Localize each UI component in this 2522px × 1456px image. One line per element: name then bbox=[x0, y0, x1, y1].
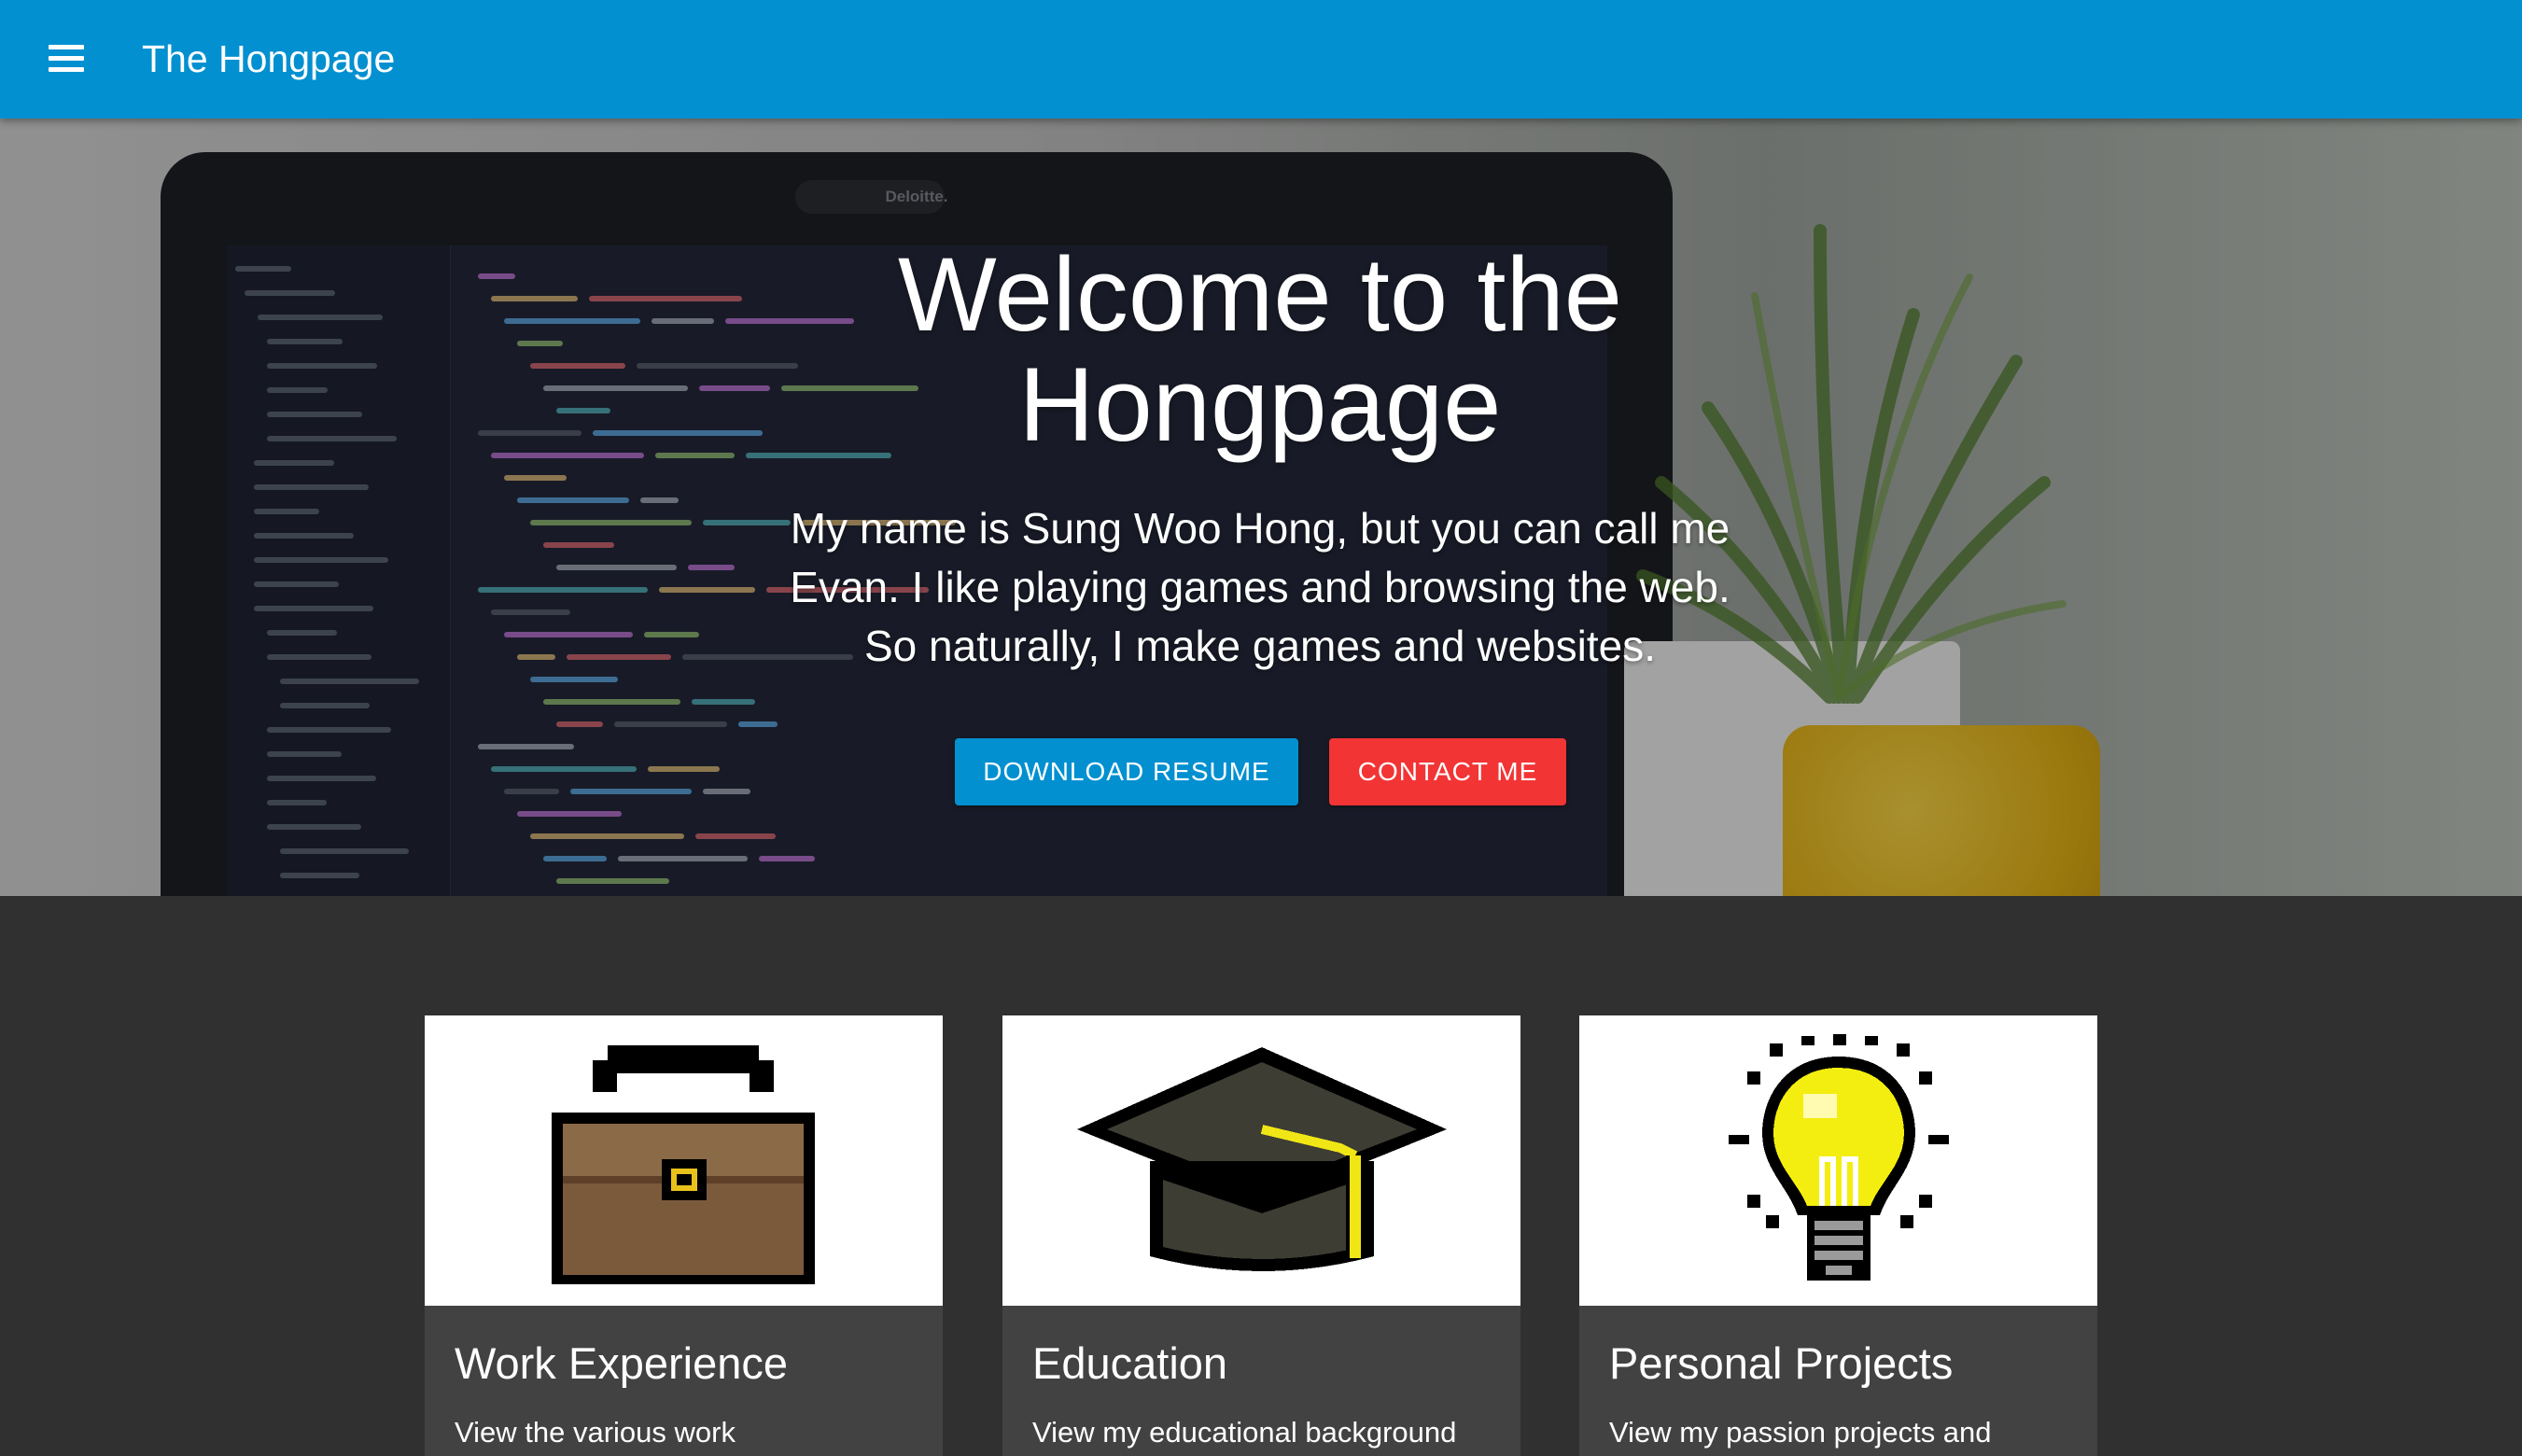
card-text: View my passion projects and bbox=[1609, 1416, 1992, 1449]
graduation-cap-icon bbox=[1077, 1047, 1447, 1271]
download-resume-button[interactable]: DOWNLOAD RESUME bbox=[955, 738, 1298, 805]
hero-intro-text: My name is Sung Woo Hong, but you can ca… bbox=[790, 504, 1730, 670]
top-app-bar: The Hongpage bbox=[0, 0, 2522, 119]
hamburger-menu-icon[interactable] bbox=[49, 45, 86, 73]
card-education[interactable]: Education View my educational background bbox=[1002, 1015, 1520, 1456]
briefcase-icon bbox=[552, 1045, 815, 1284]
card-text: View the various work bbox=[455, 1416, 736, 1449]
card-title: Work Experience bbox=[455, 1338, 788, 1388]
lightbulb-icon bbox=[1729, 1034, 1949, 1281]
card-work-experience[interactable]: Work Experience View the various work bbox=[425, 1015, 943, 1456]
app-title[interactable]: The Hongpage bbox=[142, 35, 395, 82]
hero-content: Welcome to the Hongpage My name is Sung … bbox=[0, 119, 2522, 896]
card-media bbox=[1579, 1015, 2097, 1306]
hero-title: Welcome to the Hongpage bbox=[897, 236, 1623, 463]
contact-me-button[interactable]: CONTACT ME bbox=[1329, 738, 1566, 805]
card-personal-projects[interactable]: Personal Projects View my passion projec… bbox=[1579, 1015, 2097, 1456]
card-media bbox=[1002, 1015, 1520, 1306]
card-title: Personal Projects bbox=[1609, 1338, 1954, 1388]
card-media bbox=[425, 1015, 943, 1306]
card-text: View my educational background bbox=[1032, 1416, 1457, 1449]
card-title: Education bbox=[1032, 1338, 1228, 1388]
